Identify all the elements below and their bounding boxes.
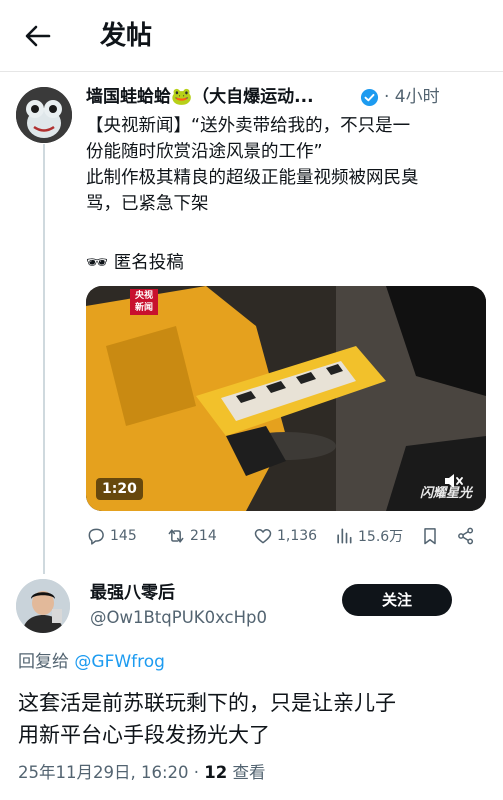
avatar[interactable] bbox=[16, 87, 72, 143]
video-duration: 1:20 bbox=[96, 478, 143, 500]
reply-icon bbox=[88, 528, 104, 545]
top-bar: 发帖 bbox=[0, 0, 503, 72]
page-title: 发帖 bbox=[100, 21, 153, 51]
tweet-text-line: 此制作极其精良的超级正能量视频被网民臭 bbox=[86, 168, 419, 188]
avatar[interactable] bbox=[16, 579, 70, 633]
author-name[interactable]: 墙国蛙蛤蛤🐸（大自爆运动... bbox=[86, 84, 314, 110]
like-count: 1,136 bbox=[277, 528, 318, 544]
video-watermark: 闪耀星光 bbox=[420, 486, 473, 501]
tweet-text-line: 骂，已紧急下架 bbox=[86, 194, 209, 214]
follow-button[interactable]: 关注 bbox=[342, 584, 452, 616]
thread-connector bbox=[43, 144, 45, 574]
tweet-text-line: 🕶 匿名投稿 bbox=[86, 253, 184, 273]
mention-link[interactable]: @GFWfrog bbox=[74, 652, 165, 672]
reply-metadata: 25年11月29日, 16:20 · 12 查看 bbox=[18, 760, 265, 786]
tweet-text-line: 份能随时欣赏沿途风景的工作” bbox=[86, 142, 323, 162]
tweet-text-line: 【央视新闻】“送外卖带给我的，不只是一 bbox=[86, 116, 411, 136]
back-arrow-icon[interactable] bbox=[22, 20, 54, 52]
reply-author-handle[interactable]: @Ow1BtqPUK0xcHp0 bbox=[90, 606, 267, 630]
heart-icon bbox=[254, 529, 272, 544]
retweet-count: 214 bbox=[190, 528, 217, 544]
like-button[interactable]: 1,136 bbox=[253, 522, 317, 550]
verified-badge-icon bbox=[360, 88, 379, 107]
replying-to-label: 回复给 bbox=[18, 652, 69, 672]
reply-text-line: 这套活是前苏联玩剩下的，只是让亲儿子 bbox=[18, 691, 396, 715]
post-time: · 4小时 bbox=[384, 87, 440, 107]
reply-count: 145 bbox=[110, 528, 137, 544]
tweet-actions: 145 214 1,136 15.6万 bbox=[86, 522, 486, 550]
video-thumbnail[interactable]: 央视 新闻 1:20 闪耀星光 bbox=[86, 286, 486, 511]
reply-text-line: 用新平台心手段发扬光大了 bbox=[18, 723, 270, 747]
reply-date: 25年11月29日, 16:20 · bbox=[18, 763, 205, 782]
channel-logo: 央视 新闻 bbox=[130, 289, 158, 315]
share-icon bbox=[458, 527, 474, 545]
bookmark-button[interactable] bbox=[420, 522, 444, 550]
share-button[interactable] bbox=[456, 522, 480, 550]
reply-view-count: 12 bbox=[204, 763, 228, 782]
reply-button[interactable]: 145 bbox=[86, 522, 137, 550]
views-chart-icon bbox=[337, 528, 352, 544]
bookmark-icon bbox=[424, 528, 436, 545]
reply-author-name[interactable]: 最强八零后 bbox=[90, 581, 175, 605]
replying-to: 回复给 @GFWfrog bbox=[18, 650, 165, 674]
retweet-icon bbox=[168, 529, 184, 543]
views-button[interactable]: 15.6万 bbox=[334, 522, 403, 550]
reply-view-label: 查看 bbox=[227, 763, 266, 782]
retweet-button[interactable]: 214 bbox=[166, 522, 217, 550]
view-count: 15.6万 bbox=[358, 529, 404, 545]
